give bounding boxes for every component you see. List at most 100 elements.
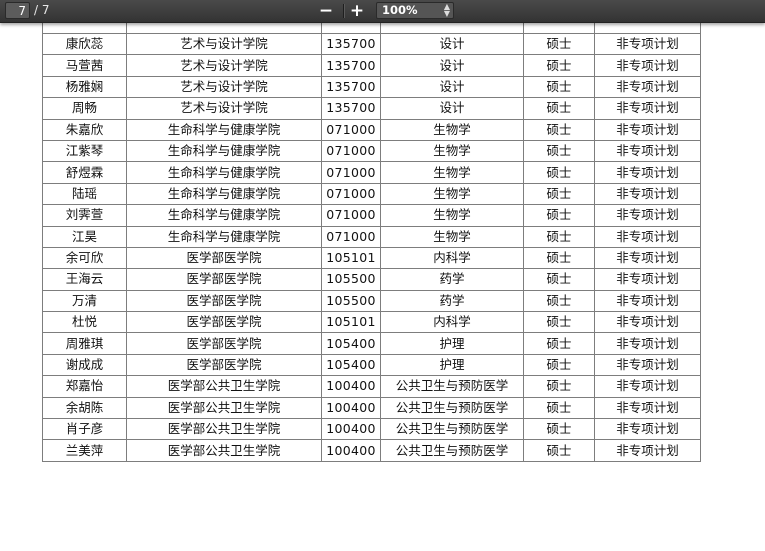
degree-cell: 硕士 <box>523 353 595 377</box>
major-cell: 设计 <box>380 75 524 99</box>
college-cell: 医学部医学院 <box>126 268 322 291</box>
code-cell: 071000 <box>321 161 381 184</box>
college-cell: 医学部公共卫生学院 <box>126 418 322 441</box>
code-cell: 100400 <box>321 396 381 420</box>
plus-icon: + <box>349 1 365 21</box>
degree-cell: 硕士 <box>523 97 595 120</box>
code-cell: 100400 <box>321 375 381 398</box>
plan-cell: 非专项计划 <box>594 225 701 248</box>
zoom-out-button[interactable]: − <box>315 1 337 21</box>
college-cell: 艺术与设计学院 <box>126 97 322 120</box>
table-row: 余胡陈 医学部公共卫生学院 100400 公共卫生与预防医学 硕士 非专项计划 <box>42 396 701 420</box>
name-cell: 王海云 <box>42 268 127 291</box>
major-cell: 设计 <box>380 97 524 120</box>
major-cell: 公共卫生与预防医学 <box>380 396 524 420</box>
plan-cell: 非专项计划 <box>594 139 701 163</box>
table-row: 江昊 生命科学与健康学院 071000 生物学 硕士 非专项计划 <box>42 225 701 248</box>
major-cell: 内科学 <box>380 311 524 334</box>
name-cell: 肖子彦 <box>42 418 127 441</box>
plan-cell: 非专项计划 <box>594 353 701 377</box>
code-cell: 135700 <box>321 32 381 56</box>
degree-cell: 硕士 <box>523 225 595 248</box>
plan-cell: 非专项计划 <box>594 32 701 56</box>
table-row: 周雅琪 医学部医学院 105400 护理 硕士 非专项计划 <box>42 332 701 355</box>
code-cell: 100400 <box>321 418 381 441</box>
college-cell: 医学部医学院 <box>126 353 322 377</box>
zoom-in-button[interactable]: + <box>346 1 368 21</box>
table-row: 舒煜霖 生命科学与健康学院 071000 生物学 硕士 非专项计划 <box>42 161 701 184</box>
minus-icon: − <box>318 1 334 21</box>
major-cell: 公共卫生与预防医学 <box>380 439 524 462</box>
major-cell: 设计 <box>380 54 524 77</box>
page-number-input[interactable]: 7 <box>5 2 30 19</box>
plan-cell: 非专项计划 <box>594 418 701 441</box>
plan-cell: 非专项计划 <box>594 54 701 77</box>
code-cell: 105101 <box>321 246 381 270</box>
name-cell: 郑嘉怡 <box>42 375 127 398</box>
name-cell: 马萱茜 <box>42 54 127 77</box>
table-row: 周畅 艺术与设计学院 135700 设计 硕士 非专项计划 <box>42 97 701 120</box>
zoom-level: 100% <box>382 3 418 17</box>
code-cell: 071000 <box>321 204 381 227</box>
code-cell: 105101 <box>321 311 381 334</box>
zoom-select[interactable]: 100% ▲ ▼ <box>376 2 454 19</box>
pdf-page: 康欣蕊 艺术与设计学院 135700 设计 硕士 非专项计划 马萱茜 艺术与设计学院 13570… <box>0 0 765 551</box>
code-cell: 135700 <box>321 75 381 99</box>
degree-cell: 硕士 <box>523 161 595 184</box>
page-total-label: / 7 <box>34 3 50 17</box>
name-cell: 谢成成 <box>42 353 127 377</box>
major-cell: 公共卫生与预防医学 <box>380 418 524 441</box>
table-row: 郑嘉怡 医学部公共卫生学院 100400 公共卫生与预防医学 硕士 非专项计划 <box>42 375 701 398</box>
code-cell: 071000 <box>321 118 381 141</box>
degree-cell: 硕士 <box>523 139 595 163</box>
degree-cell: 硕士 <box>523 54 595 77</box>
code-cell: 105500 <box>321 289 381 313</box>
degree-cell: 硕士 <box>523 32 595 56</box>
plan-cell: 非专项计划 <box>594 289 701 313</box>
table-row: 余可欣 医学部医学院 105101 内科学 硕士 非专项计划 <box>42 246 701 270</box>
table-row: 兰美萍 医学部公共卫生学院 100400 公共卫生与预防医学 硕士 非专项计划 <box>42 439 701 462</box>
plan-cell: 非专项计划 <box>594 268 701 291</box>
major-cell: 护理 <box>380 353 524 377</box>
major-cell: 设计 <box>380 32 524 56</box>
plan-cell: 非专项计划 <box>594 161 701 184</box>
college-cell: 医学部医学院 <box>126 289 322 313</box>
degree-cell: 硕士 <box>523 332 595 355</box>
table-row: 康欣蕊 艺术与设计学院 135700 设计 硕士 非专项计划 <box>42 32 701 56</box>
college-cell: 生命科学与健康学院 <box>126 139 322 163</box>
college-cell: 生命科学与健康学院 <box>126 225 322 248</box>
name-cell: 舒煜霖 <box>42 161 127 184</box>
name-cell: 康欣蕊 <box>42 32 127 56</box>
degree-cell: 硕士 <box>523 396 595 420</box>
name-cell: 江昊 <box>42 225 127 248</box>
code-cell: 135700 <box>321 54 381 77</box>
plan-cell: 非专项计划 <box>594 97 701 120</box>
table-row: 朱嘉欣 生命科学与健康学院 071000 生物学 硕士 非专项计划 <box>42 118 701 141</box>
code-cell: 135700 <box>321 97 381 120</box>
college-cell: 艺术与设计学院 <box>126 54 322 77</box>
college-cell: 生命科学与健康学院 <box>126 204 322 227</box>
name-cell: 万清 <box>42 289 127 313</box>
name-cell: 江紫琴 <box>42 139 127 163</box>
table-row: 杜悦 医学部医学院 105101 内科学 硕士 非专项计划 <box>42 311 701 334</box>
table-row: 江紫琴 生命科学与健康学院 071000 生物学 硕士 非专项计划 <box>42 139 701 163</box>
name-cell: 杨雅娴 <box>42 75 127 99</box>
plan-cell: 非专项计划 <box>594 182 701 206</box>
name-cell: 余胡陈 <box>42 396 127 420</box>
name-cell: 杜悦 <box>42 311 127 334</box>
degree-cell: 硕士 <box>523 439 595 462</box>
plan-cell: 非专项计划 <box>594 204 701 227</box>
plan-cell: 非专项计划 <box>594 396 701 420</box>
college-cell: 医学部公共卫生学院 <box>126 375 322 398</box>
table-body: 康欣蕊 艺术与设计学院 135700 设计 硕士 非专项计划 马萱茜 艺术与设计学院 13570… <box>42 11 701 462</box>
plan-cell: 非专项计划 <box>594 118 701 141</box>
degree-cell: 硕士 <box>523 204 595 227</box>
degree-cell: 硕士 <box>523 375 595 398</box>
pdf-toolbar: 7 / 7 − + 100% ▲ ▼ <box>0 0 765 23</box>
major-cell: 公共卫生与预防医学 <box>380 375 524 398</box>
major-cell: 内科学 <box>380 246 524 270</box>
table-row: 王海云 医学部医学院 105500 药学 硕士 非专项计划 <box>42 268 701 291</box>
major-cell: 生物学 <box>380 182 524 206</box>
plan-cell: 非专项计划 <box>594 75 701 99</box>
major-cell: 生物学 <box>380 204 524 227</box>
